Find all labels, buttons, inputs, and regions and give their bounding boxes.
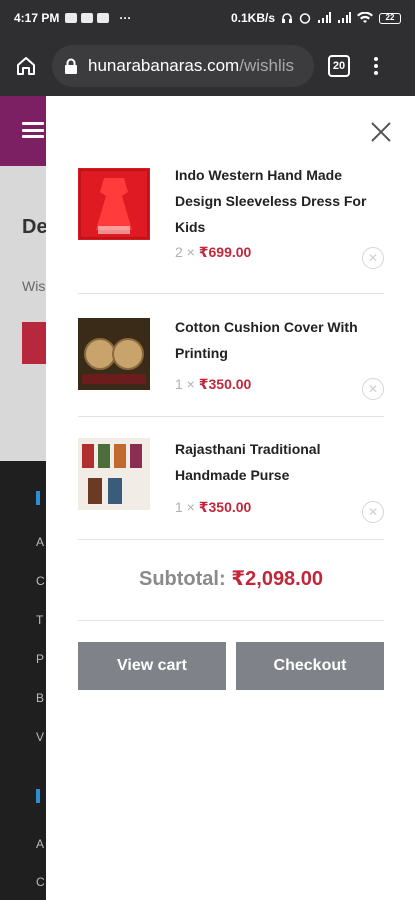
view-cart-button[interactable]: View cart <box>78 642 226 690</box>
mini-cart-drawer: Indo Western Hand Made Design Sleeveless… <box>46 96 415 900</box>
cart-item-quantity-price: 1 × ₹350.00 <box>175 499 251 516</box>
cart-item-price: ₹350.00 <box>198 376 252 392</box>
cart-item-qty: 1 × <box>175 376 195 392</box>
footer-link[interactable]: A <box>36 837 44 851</box>
wifi-icon <box>357 12 373 23</box>
divider <box>78 620 384 621</box>
app-icon <box>97 13 110 23</box>
cart-subtotal: Subtotal: ₹2,098.00 <box>78 566 384 591</box>
home-icon <box>17 57 35 75</box>
url-path: /wishlis <box>239 56 295 75</box>
lock-icon <box>65 58 77 74</box>
cart-item-title[interactable]: Cotton Cushion Cover With Printing <box>175 314 375 366</box>
cart-item-title[interactable]: Indo Western Hand Made Design Sleeveless… <box>175 162 375 240</box>
footer-link[interactable]: B <box>36 691 44 705</box>
headphones-icon <box>282 13 292 23</box>
cart-item-title[interactable]: Rajasthani Traditional Handmade Purse <box>175 436 375 488</box>
subtotal-label: Subtotal: <box>139 568 226 590</box>
overflow-menu-button[interactable] <box>370 54 382 78</box>
hamburger-icon[interactable] <box>22 122 44 138</box>
url-domain: hunarabanaras.com <box>88 56 240 75</box>
cloud-icon <box>65 13 78 23</box>
dot-icon <box>374 71 378 75</box>
footer-accent-bar <box>36 789 40 803</box>
more-notifications-icon: ··· <box>119 11 132 25</box>
product-thumbnail-purses[interactable] <box>78 438 150 510</box>
status-time: 4:17 PM <box>14 11 60 25</box>
footer-link[interactable]: A <box>36 535 44 549</box>
footer-link[interactable]: T <box>36 613 43 627</box>
product-thumbnail-red-dress[interactable] <box>78 168 150 240</box>
cart-item: Cotton Cushion Cover With Printing 1 × ₹… <box>78 294 384 417</box>
cart-item-quantity-price: 2 × ₹699.00 <box>175 244 251 261</box>
subtotal-amount: ₹2,098.00 <box>231 568 323 590</box>
cart-item-list: Indo Western Hand Made Design Sleeveless… <box>78 158 384 540</box>
browser-toolbar: hunarabanaras.com/wishlis 20 <box>0 36 415 96</box>
page-heading: De <box>22 216 48 238</box>
home-button[interactable] <box>10 50 42 82</box>
signal-icon <box>318 12 331 23</box>
cart-item: Rajasthani Traditional Handmade Purse 1 … <box>78 417 384 540</box>
status-bar: 4:17 PM ··· 0.1KB/s 22 <box>0 0 415 36</box>
cart-item-price: ₹350.00 <box>198 499 252 515</box>
cart-item: Indo Western Hand Made Design Sleeveless… <box>78 158 384 294</box>
page-subtext: Wis <box>22 278 46 294</box>
footer-link[interactable]: P <box>36 652 44 666</box>
product-thumbnail-cushion-covers[interactable] <box>78 318 150 390</box>
footer-link[interactable]: V <box>36 730 44 744</box>
footer-link[interactable]: C <box>36 574 45 588</box>
cart-item-quantity-price: 1 × ₹350.00 <box>175 376 251 393</box>
tab-switcher-button[interactable]: 20 <box>328 55 350 77</box>
status-right: 0.1KB/s 22 <box>231 11 401 25</box>
remove-item-button[interactable]: ✕ <box>362 247 384 269</box>
message-icon <box>81 13 94 23</box>
cart-item-qty: 2 × <box>175 244 195 260</box>
network-speed: 0.1KB/s <box>230 11 275 25</box>
signal-2-icon <box>338 12 351 23</box>
remove-item-button[interactable]: ✕ <box>362 501 384 523</box>
remove-item-button[interactable]: ✕ <box>362 378 384 400</box>
address-bar[interactable]: hunarabanaras.com/wishlis <box>52 45 314 87</box>
cart-item-price: ₹699.00 <box>198 244 252 260</box>
battery-icon: 22 <box>379 12 401 24</box>
dot-icon <box>374 57 378 61</box>
alarm-icon <box>299 13 311 24</box>
dot-icon <box>374 64 378 68</box>
cart-item-qty: 1 × <box>175 499 195 515</box>
notification-icons: ··· <box>65 11 131 25</box>
checkout-button[interactable]: Checkout <box>236 642 384 690</box>
footer-accent-bar <box>36 491 40 505</box>
close-icon[interactable] <box>369 120 393 144</box>
footer-link[interactable]: C <box>36 875 45 889</box>
